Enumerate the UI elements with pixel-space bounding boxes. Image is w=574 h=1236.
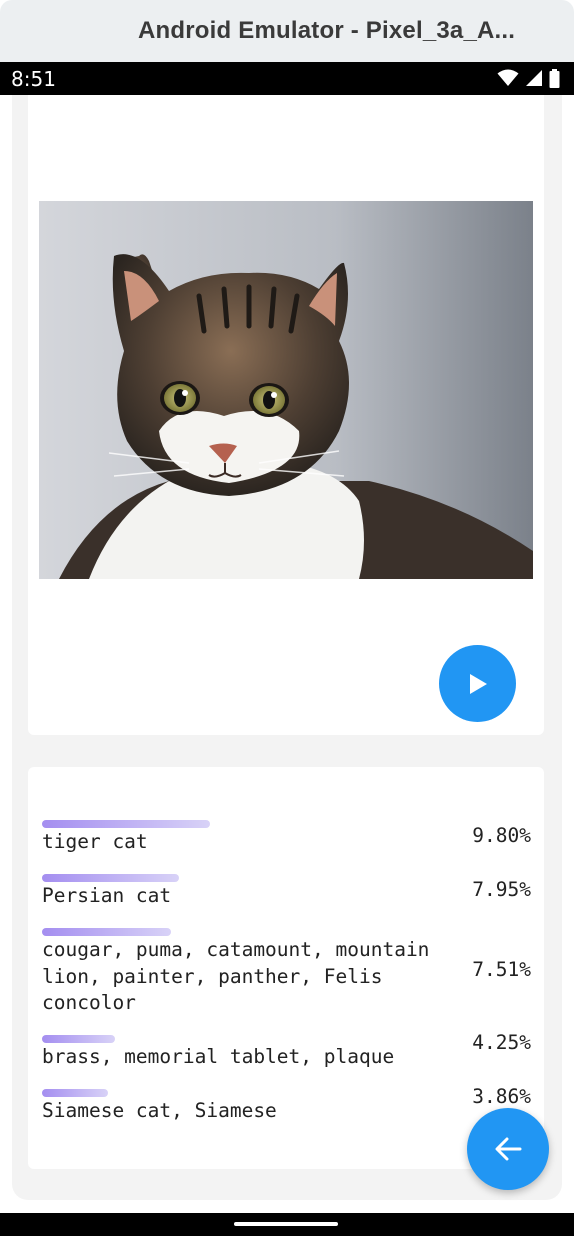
- result-label: tiger cat: [42, 830, 148, 853]
- confidence-bar: [42, 1089, 108, 1097]
- app-screen: tiger cat 9.80% Persian cat 7.95% cougar…: [0, 95, 574, 1213]
- signal-icon: [526, 70, 542, 86]
- status-time: 8:51: [11, 67, 56, 91]
- play-button[interactable]: [439, 645, 516, 722]
- results-card: tiger cat 9.80% Persian cat 7.95% cougar…: [28, 767, 544, 1169]
- image-card: [28, 95, 544, 735]
- wifi-icon: [497, 69, 519, 86]
- cat-image: [39, 201, 533, 579]
- home-handle[interactable]: [234, 1222, 338, 1226]
- content-sheet: tiger cat 9.80% Persian cat 7.95% cougar…: [12, 95, 562, 1200]
- play-icon: [469, 673, 487, 694]
- confidence-bar: [42, 1035, 115, 1043]
- result-label: brass, memorial tablet, plaque: [42, 1045, 395, 1068]
- back-button[interactable]: [467, 1108, 549, 1190]
- navigation-bar: [0, 1213, 574, 1236]
- result-percent: 7.95%: [472, 878, 531, 901]
- result-percent: 3.86%: [472, 1085, 531, 1108]
- result-label: cougar, puma, catamount, mountain lion, …: [42, 938, 430, 1014]
- result-label: Siamese cat, Siamese: [42, 1099, 277, 1122]
- confidence-bar: [42, 928, 171, 936]
- emulator-title-bar: Android Emulator - Pixel_3a_A...: [0, 0, 574, 62]
- arrow-back-icon: [495, 1137, 522, 1161]
- status-icons: [497, 68, 560, 88]
- result-label: Persian cat: [42, 884, 172, 907]
- battery-icon: [549, 68, 560, 88]
- confidence-bar: [42, 820, 210, 828]
- status-bar: 8:51: [0, 62, 574, 95]
- confidence-bar: [42, 874, 179, 882]
- result-percent: 7.51%: [472, 958, 531, 981]
- result-percent: 4.25%: [472, 1031, 531, 1054]
- result-percent: 9.80%: [472, 824, 531, 847]
- window-title: Android Emulator - Pixel_3a_A...: [138, 17, 516, 44]
